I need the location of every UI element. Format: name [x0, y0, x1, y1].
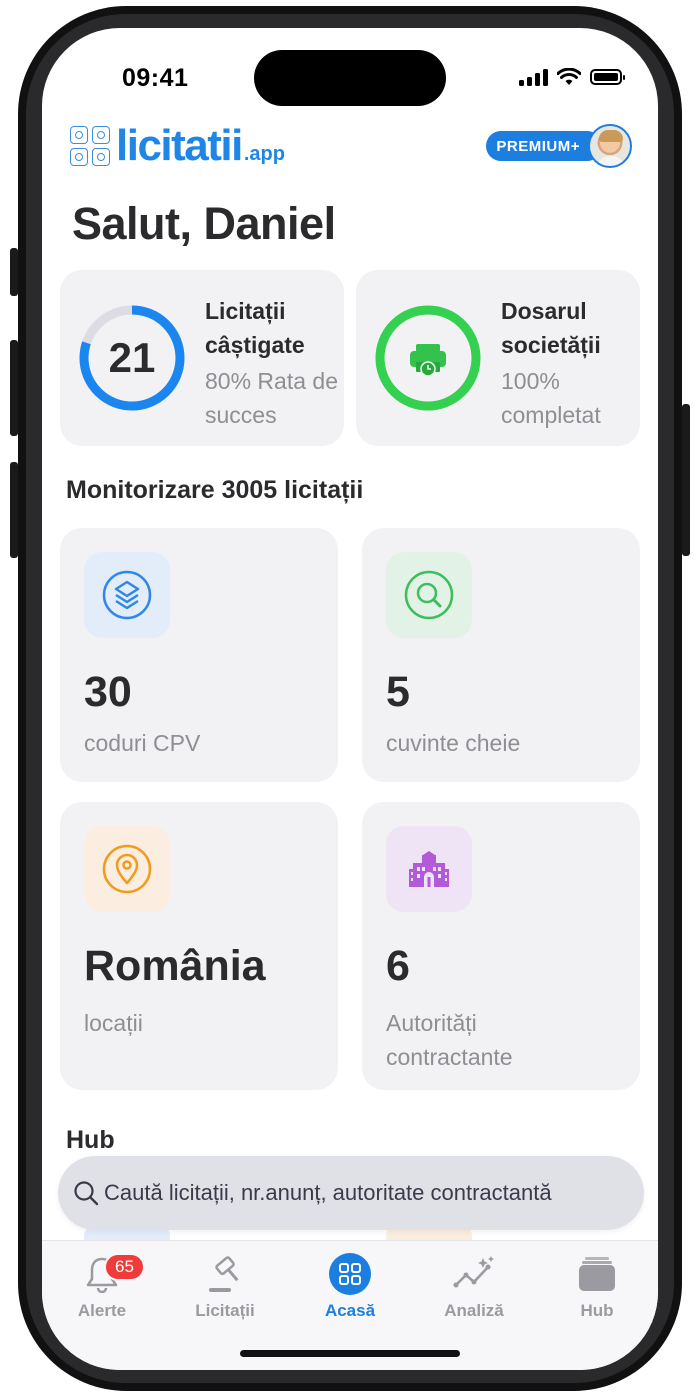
- tab-analytics-label: Analiză: [444, 1301, 504, 1320]
- status-icons: [519, 68, 625, 86]
- tab-tenders[interactable]: Licitații: [175, 1251, 275, 1321]
- dynamic-island: [254, 50, 446, 106]
- cellular-signal-icon: [519, 68, 548, 86]
- tab-home[interactable]: Acasă: [300, 1251, 400, 1321]
- company-file-progress: 100% completat: [501, 368, 601, 428]
- app-screen: 09:41 licitatii .app PREMIUM+ Salut, Dan…: [42, 28, 658, 1370]
- tab-alerts[interactable]: 65 Alerte: [52, 1251, 152, 1321]
- company-file-ring: [375, 305, 481, 411]
- tab-alerts-label: Alerte: [77, 1301, 127, 1320]
- company-file-card[interactable]: Dosarul societății 100% completat: [356, 270, 640, 446]
- company-file-title: Dosarul societății: [501, 298, 601, 358]
- keywords-label: cuvinte cheie: [386, 730, 521, 756]
- logo-text: licitatii: [116, 121, 243, 170]
- authorities-label: Autorități contractante: [386, 1010, 513, 1070]
- page-title: Salut, Daniel: [72, 198, 336, 249]
- grid-icon: [300, 1251, 400, 1297]
- location-pin-icon: [84, 826, 170, 912]
- battery-icon: [590, 69, 625, 85]
- authorities-count: 6: [386, 942, 410, 990]
- search-icon: [386, 552, 472, 638]
- won-tenders-title: Licitații câștigate: [205, 298, 305, 358]
- premium-profile-button[interactable]: PREMIUM+: [486, 124, 632, 168]
- tab-hub-label: Hub: [580, 1301, 614, 1320]
- hub-section-title: Hub: [66, 1126, 115, 1154]
- tile-authorities[interactable]: 6 Autorități contractante: [362, 802, 640, 1090]
- tab-tenders-label: Licitații: [195, 1301, 255, 1320]
- success-rate-text: 80% Rata de succes: [205, 368, 338, 428]
- won-tenders-card[interactable]: 21 Licitații câștigate 80% Rata de succe…: [60, 270, 344, 446]
- layers-icon: [84, 552, 170, 638]
- building-icon: [386, 826, 472, 912]
- avatar: [588, 124, 632, 168]
- silent-switch: [10, 248, 18, 296]
- tile-cpv-codes[interactable]: 30 coduri CPV: [60, 528, 338, 782]
- cpv-count: 30: [84, 668, 132, 716]
- folder-icon: [547, 1251, 647, 1297]
- bell-icon: 65: [52, 1251, 152, 1297]
- search-icon: [74, 1181, 99, 1206]
- premium-badge: PREMIUM+: [486, 131, 602, 161]
- location-value: România: [84, 942, 266, 990]
- location-label: locații: [84, 1010, 143, 1036]
- wifi-icon: [557, 68, 581, 85]
- won-tenders-count: 21: [108, 334, 156, 381]
- printer-clock-icon: [410, 344, 446, 377]
- cpv-label: coduri CPV: [84, 730, 201, 756]
- logo-suffix: .app: [243, 143, 285, 165]
- tile-keywords[interactable]: 5 cuvinte cheie: [362, 528, 640, 782]
- analytics-icon: [424, 1251, 524, 1297]
- tab-hub[interactable]: Hub: [547, 1251, 647, 1321]
- app-logo: licitatii .app: [70, 124, 285, 168]
- monitor-section-title: Monitorizare 3005 licitații: [66, 476, 364, 504]
- home-indicator: [240, 1350, 460, 1357]
- gavel-icon: [175, 1251, 275, 1297]
- status-time: 09:41: [122, 64, 189, 92]
- keywords-count: 5: [386, 668, 410, 716]
- power-button: [682, 404, 690, 556]
- tab-home-label: Acasă: [324, 1301, 376, 1320]
- volume-up-button: [10, 340, 18, 436]
- search-placeholder: Caută licitații, nr.anunț, autoritate co…: [104, 1180, 552, 1205]
- tab-analytics[interactable]: Analiză: [424, 1251, 524, 1321]
- volume-down-button: [10, 462, 18, 558]
- alerts-badge: 65: [104, 1253, 145, 1281]
- tile-locations[interactable]: România locații: [60, 802, 338, 1090]
- search-input[interactable]: Caută licitații, nr.anunț, autoritate co…: [58, 1156, 644, 1230]
- logo-mark-icon: [70, 126, 110, 166]
